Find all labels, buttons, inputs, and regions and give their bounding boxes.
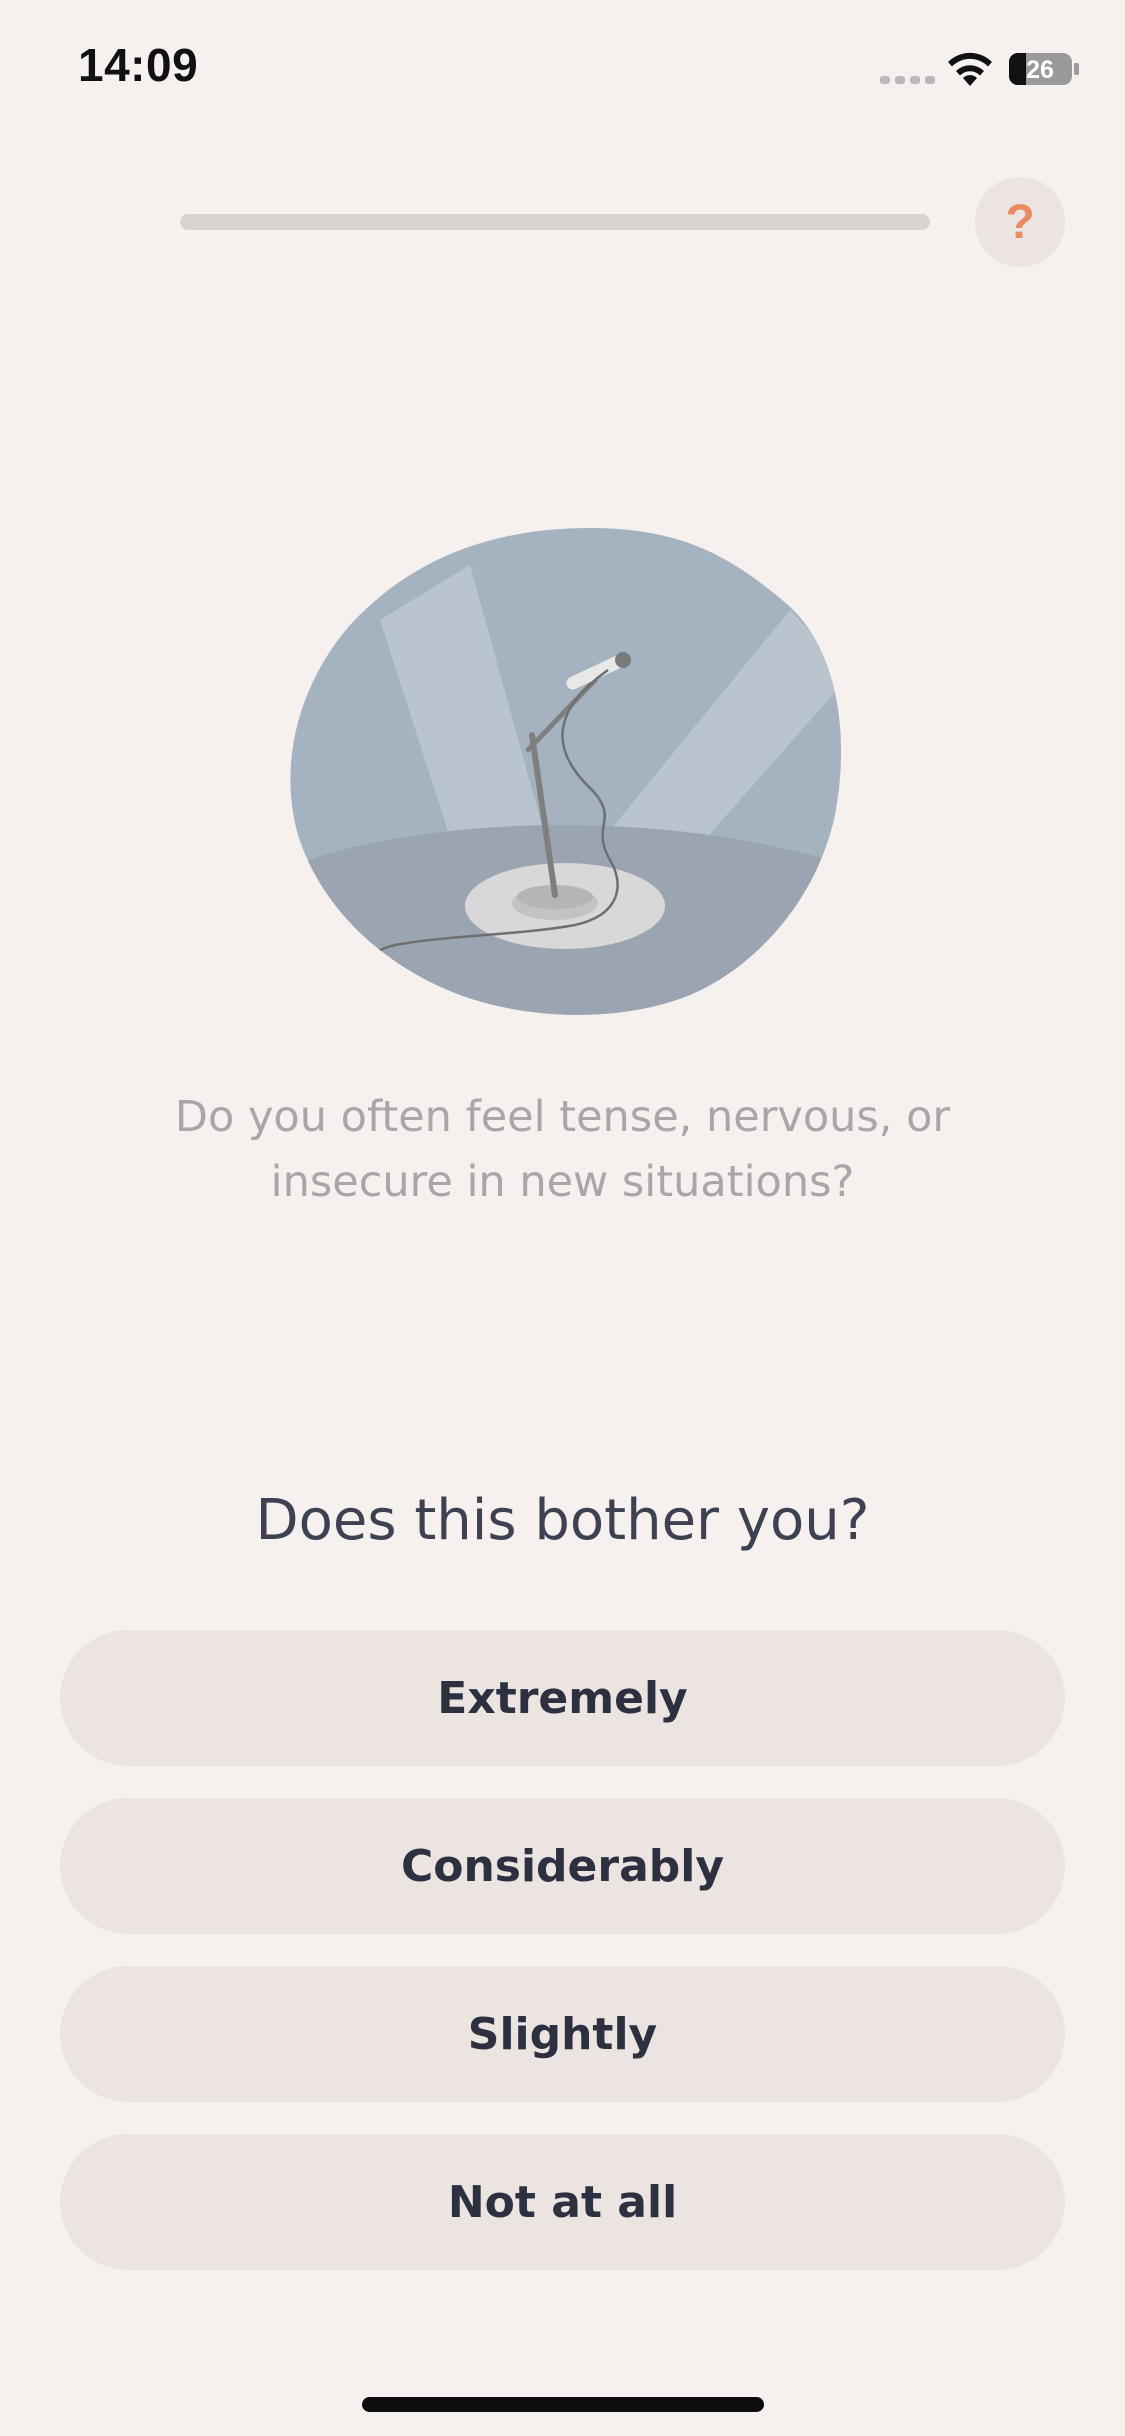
answer-considerably-button[interactable]: Considerably (60, 1798, 1065, 1934)
microphone-spotlight-illustration (290, 528, 842, 1015)
question-text: Do you often feel tense, nervous, or ins… (174, 1092, 951, 1207)
cellular-signal-icon (880, 76, 935, 84)
answer-not-at-all-button[interactable]: Not at all (60, 2134, 1065, 2270)
answer-options: Extremely Considerably Slightly Not at a… (60, 1630, 1065, 2302)
prompt-heading: Does this bother you? (255, 1488, 870, 1553)
help-icon: ? (1005, 195, 1035, 249)
progress-bar (180, 214, 930, 230)
help-button[interactable]: ? (975, 177, 1065, 267)
wifi-icon (948, 52, 992, 86)
home-indicator[interactable] (362, 2397, 764, 2412)
battery-level: 26 (1026, 56, 1054, 84)
status-time: 14:09 (78, 39, 199, 91)
battery-icon: 26 (1009, 53, 1079, 85)
screen: 14:09 26 ? Do you often feel tense, nerv… (0, 0, 1125, 2436)
answer-extremely-button[interactable]: Extremely (60, 1630, 1065, 1766)
answer-slightly-button[interactable]: Slightly (60, 1966, 1065, 2102)
